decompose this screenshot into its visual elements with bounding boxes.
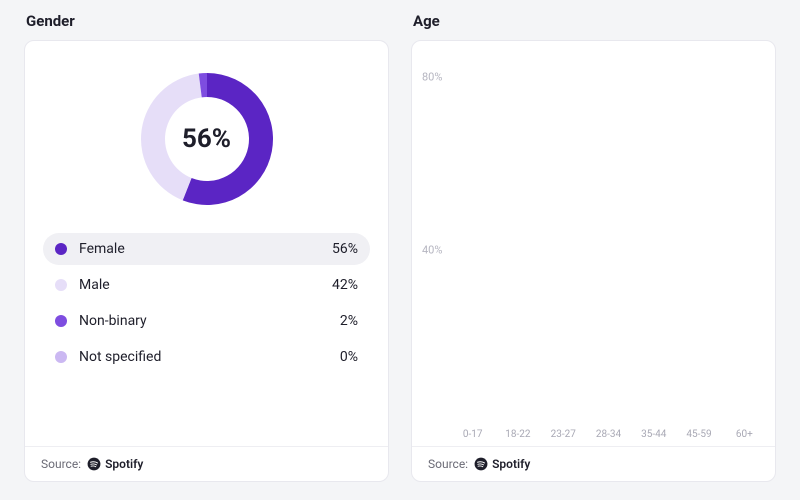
x-tick-label: 18-22 (501, 429, 534, 440)
gender-source: Source: Spotify (25, 446, 388, 481)
legend-label: Female (79, 241, 332, 257)
legend-row[interactable]: Female56% (43, 233, 370, 265)
spotify-icon (87, 457, 101, 471)
source-brand-text: Spotify (492, 457, 530, 471)
x-tick-label: 23-27 (547, 429, 580, 440)
legend-row[interactable]: Non-binary2% (43, 305, 370, 337)
legend-swatch (55, 351, 67, 363)
gender-donut: 56% (25, 41, 388, 233)
age-panel: Age 80%40% 0-1718-2223-2728-3435-4445-59… (411, 12, 776, 482)
spotify-icon (474, 457, 488, 471)
x-tick-label: 45-59 (682, 429, 715, 440)
source-brand-text: Spotify (105, 457, 143, 471)
source-label: Source: (428, 457, 468, 471)
age-card: 80%40% 0-1718-2223-2728-3435-4445-5960+ … (411, 40, 776, 482)
age-bar-chart: 80%40% 0-1718-2223-2728-3435-4445-5960+ (412, 41, 775, 446)
legend-swatch (55, 279, 67, 291)
x-tick-label: 28-34 (592, 429, 625, 440)
legend-value: 42% (332, 277, 358, 293)
age-x-axis: 0-17 18-22 23-27 28-34 35-44 45-59 60+ (456, 423, 761, 440)
legend-swatch (55, 243, 67, 255)
legend-value: 2% (340, 313, 358, 329)
source-brand: Spotify (474, 457, 530, 471)
legend-row[interactable]: Not specified0% (43, 341, 370, 373)
source-brand: Spotify (87, 457, 143, 471)
gender-panel: Gender 56% Female56%Male42%Non-binary2%N… (24, 12, 389, 482)
legend-value: 56% (332, 241, 358, 257)
x-tick-label: 0-17 (456, 429, 489, 440)
legend-swatch (55, 315, 67, 327)
legend-value: 0% (340, 349, 358, 365)
legend-label: Not specified (79, 349, 340, 365)
y-tick-label: 80% (422, 70, 442, 83)
age-title: Age (411, 12, 776, 30)
donut-center-value: 56% (182, 124, 231, 154)
gender-legend: Female56% Male42% Non-binary2% Not specifie… (25, 233, 388, 373)
legend-row[interactable]: Male42% (43, 269, 370, 301)
x-tick-label: 35-44 (637, 429, 670, 440)
age-plot-area: 80%40% (456, 55, 761, 423)
source-label: Source: (41, 457, 81, 471)
x-tick-label: 60+ (728, 429, 761, 440)
gender-title: Gender (24, 12, 389, 30)
legend-label: Non-binary (79, 313, 340, 329)
gender-card: 56% Female56%Male42%Non-binary2%Not spec… (24, 40, 389, 482)
legend-label: Male (79, 277, 332, 293)
y-tick-label: 40% (422, 243, 442, 256)
age-source: Source: Spotify (412, 446, 775, 481)
